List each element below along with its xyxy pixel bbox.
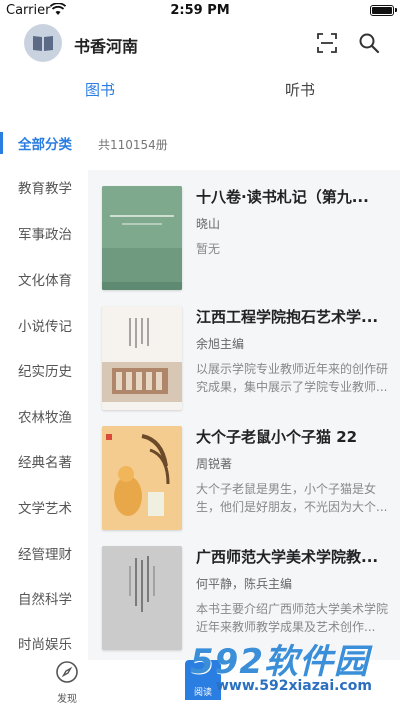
search-icon[interactable] — [358, 32, 380, 54]
battery-icon — [370, 5, 397, 16]
book-title: 江西工程学院抱石艺术学... — [196, 308, 379, 326]
book-description: 本书主要介绍广西师范大学美术学院近年来教师教学成果及艺术创作... — [196, 602, 389, 634]
book-author: 余旭主编 — [196, 337, 245, 351]
category-education[interactable]: 教育教学 — [0, 164, 88, 210]
book-author: 晓山 — [196, 217, 221, 231]
book-description: 暂无 — [196, 242, 221, 256]
scan-icon[interactable] — [316, 32, 338, 54]
book-cover — [102, 306, 182, 410]
category-culture-sports[interactable]: 文化体育 — [0, 256, 88, 302]
clock: 2:59 PM — [170, 3, 230, 18]
tab-bar: 图书 听书 — [0, 74, 400, 104]
tab-audiobooks[interactable]: 听书 — [260, 79, 340, 100]
book-title: 广西师范大学美术学院教... — [196, 548, 379, 566]
book-cover — [102, 546, 182, 650]
book-description: 以展示学院专业教师近年来的创作研究成果，集中展示了学院专业教师... — [196, 362, 389, 394]
category-fiction-biography[interactable]: 小说传记 — [0, 302, 88, 348]
book-list-panel: 共110154册 十八卷·读书札记（第九... 晓山 暂无 江西工程学院抱石艺术… — [88, 120, 400, 660]
app-header: 书香河南 — [0, 22, 400, 66]
book-list: 十八卷·读书札记（第九... 晓山 暂无 江西工程学院抱石艺术学... 余旭主编… — [88, 170, 400, 660]
category-agriculture[interactable]: 农林牧渔 — [0, 393, 88, 439]
category-military-politics[interactable]: 军事政治 — [0, 210, 88, 256]
nav-discover-label: 发现 — [57, 694, 77, 705]
book-author: 何平静，陈兵主编 — [196, 577, 293, 591]
watermark-brand: 592软件园 — [190, 642, 369, 682]
book-title: 十八卷·读书札记（第九... — [196, 188, 369, 206]
library-name: 书香河南 — [74, 37, 139, 56]
watermark: 592软件园 www.592xiazai.com — [190, 634, 400, 700]
book-author: 周锐著 — [196, 457, 233, 471]
category-finance[interactable]: 经管理财 — [0, 530, 88, 576]
nav-discover[interactable]: 发现 — [40, 660, 94, 705]
category-science[interactable]: 自然科学 — [0, 575, 88, 621]
category-history[interactable]: 纪实历史 — [0, 347, 88, 393]
book-cover — [102, 426, 182, 530]
book-item[interactable]: 大个子老鼠小个子猫 22 周锐著 大个子老鼠是男生，小个子猫是女生，他们是好朋友… — [88, 418, 400, 536]
category-literature-art[interactable]: 文学艺术 — [0, 484, 88, 530]
book-title: 大个子老鼠小个子猫 22 — [196, 428, 358, 446]
tab-books[interactable]: 图书 — [60, 79, 140, 100]
watermark-url: www.592xiazai.com — [216, 678, 372, 694]
book-icon — [33, 36, 53, 51]
book-item[interactable]: 十八卷·读书札记（第九... 晓山 暂无 — [88, 178, 400, 296]
book-item[interactable]: 江西工程学院抱石艺术学... 余旭主编 以展示学院专业教师近年来的创作研究成果，… — [88, 298, 400, 416]
category-sidebar: 全部分类 教育教学 军事政治 文化体育 小说传记 纪实历史 农林牧渔 经典名著 … — [0, 120, 88, 660]
book-description: 大个子老鼠是男生，小个子猫是女生，他们是好朋友，不光因为大个... — [196, 482, 388, 514]
book-count: 共110154册 — [98, 138, 168, 152]
library-avatar[interactable] — [24, 24, 62, 62]
compass-icon — [56, 661, 78, 683]
category-all[interactable]: 全部分类 — [0, 120, 88, 166]
status-bar: Carrier 2:59 PM — [0, 0, 400, 22]
category-classics[interactable]: 经典名著 — [0, 438, 88, 484]
book-cover — [102, 186, 182, 290]
